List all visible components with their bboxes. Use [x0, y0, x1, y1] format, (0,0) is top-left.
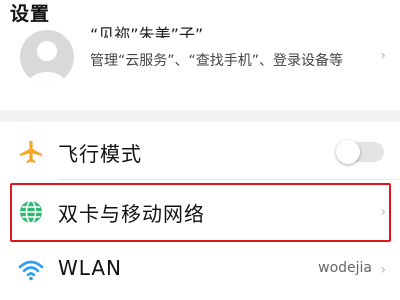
- airplane-mode-label: 飞行模式: [58, 142, 142, 166]
- avatar[interactable]: [20, 30, 74, 84]
- section-divider: [0, 110, 400, 122]
- chevron-right-icon: ›: [380, 48, 386, 64]
- account-description: 管理“云服务”、“查找手机”、登录设备等: [90, 53, 344, 69]
- highlight-box: [10, 183, 391, 242]
- account-name: “见祢”朱美”子”: [90, 26, 204, 38]
- toggle-knob: [336, 140, 360, 164]
- page-title: 设置: [10, 3, 51, 25]
- account-row[interactable]: “见祢”朱美”子” 管理“云服务”、“查找手机”、登录设备等 ›: [0, 26, 400, 108]
- airplane-mode-row[interactable]: 飞行模式: [0, 124, 400, 180]
- wifi-icon: [18, 260, 44, 281]
- wlan-label: WLAN: [58, 256, 123, 280]
- row-divider: [58, 179, 400, 180]
- chevron-right-icon: ›: [380, 262, 386, 278]
- airplane-mode-toggle[interactable]: [336, 140, 384, 164]
- wlan-row[interactable]: WLAN wodejia ›: [0, 242, 400, 298]
- user-silhouette-icon: [28, 41, 66, 84]
- airplane-icon: [20, 141, 42, 163]
- wlan-network-name: wodejia: [318, 260, 372, 276]
